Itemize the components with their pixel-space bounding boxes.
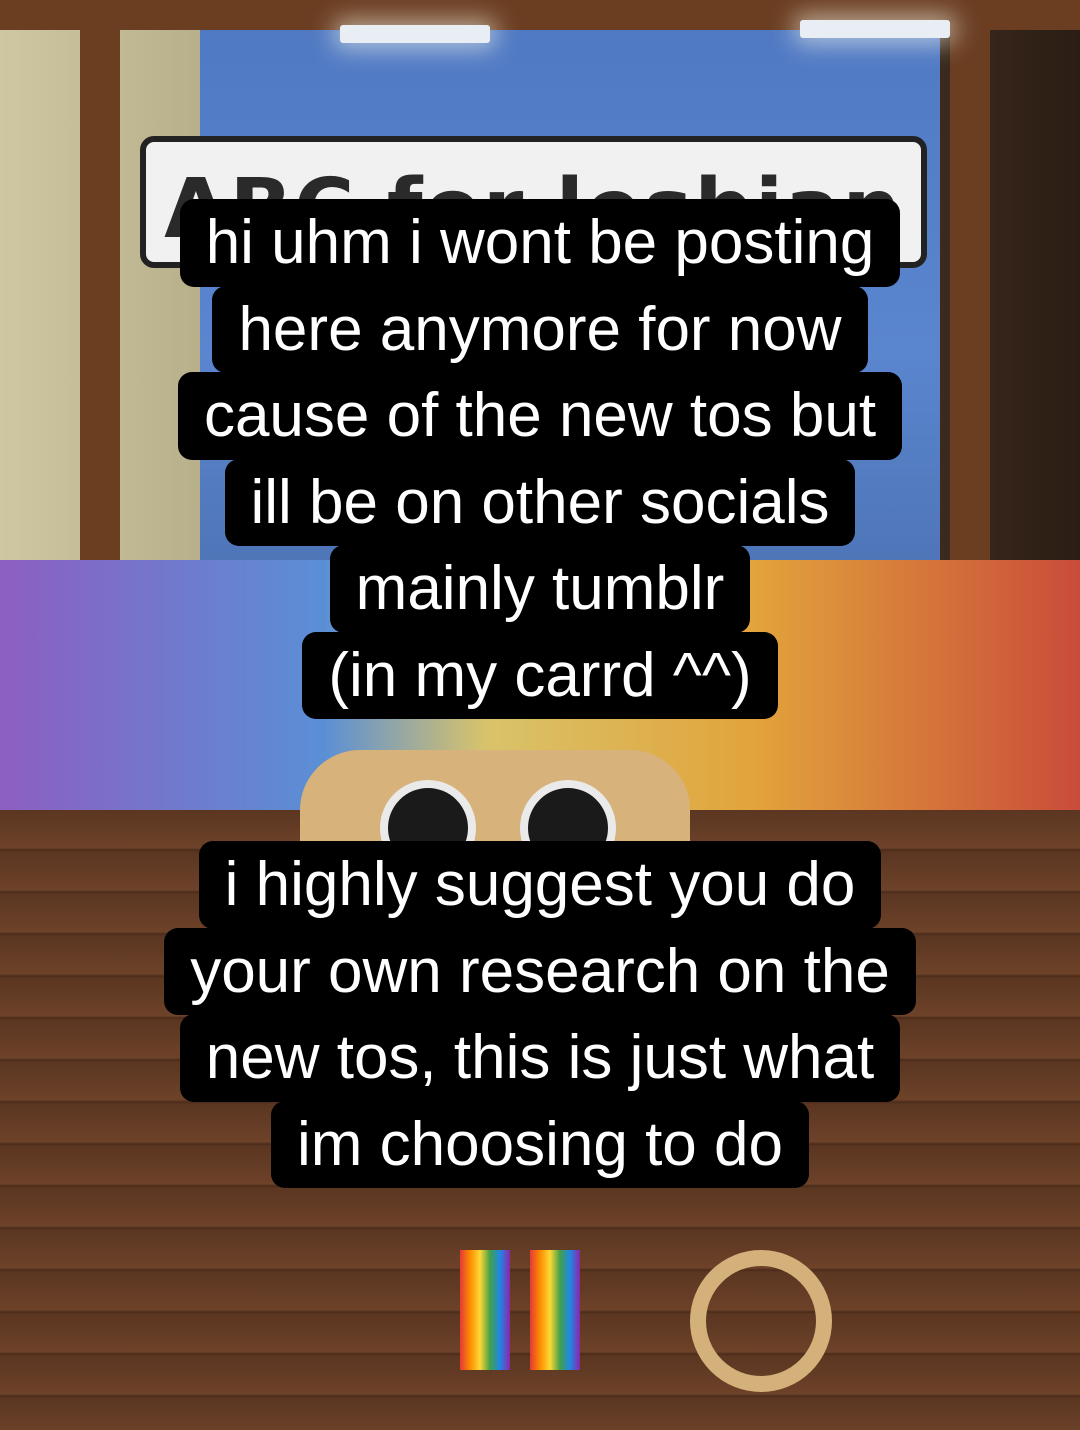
caption-line: i highly suggest you do — [198, 841, 882, 929]
caption-line: here anymore for now — [212, 285, 868, 374]
caption-line: im choosing to do — [271, 1100, 809, 1189]
caption-line: cause of the new tos but — [177, 372, 903, 460]
avatar-leg — [530, 1250, 580, 1370]
ring-prop — [690, 1250, 832, 1392]
caption-line: (in my carrd ^^) — [302, 631, 778, 720]
caption-top: hi uhm i wont be posting here anymore fo… — [0, 199, 1080, 720]
ceiling-light — [340, 25, 490, 43]
caption-line: ill be on other socials — [224, 458, 856, 547]
avatar-leg — [460, 1250, 510, 1370]
caption-bottom: i highly suggest you do your own researc… — [0, 841, 1080, 1189]
caption-line: your own research on the — [164, 927, 916, 1016]
caption-line: mainly tumblr — [329, 545, 751, 633]
caption-line: new tos, this is just what — [179, 1014, 901, 1102]
caption-line: hi uhm i wont be posting — [179, 199, 901, 287]
ceiling-light — [800, 20, 950, 38]
